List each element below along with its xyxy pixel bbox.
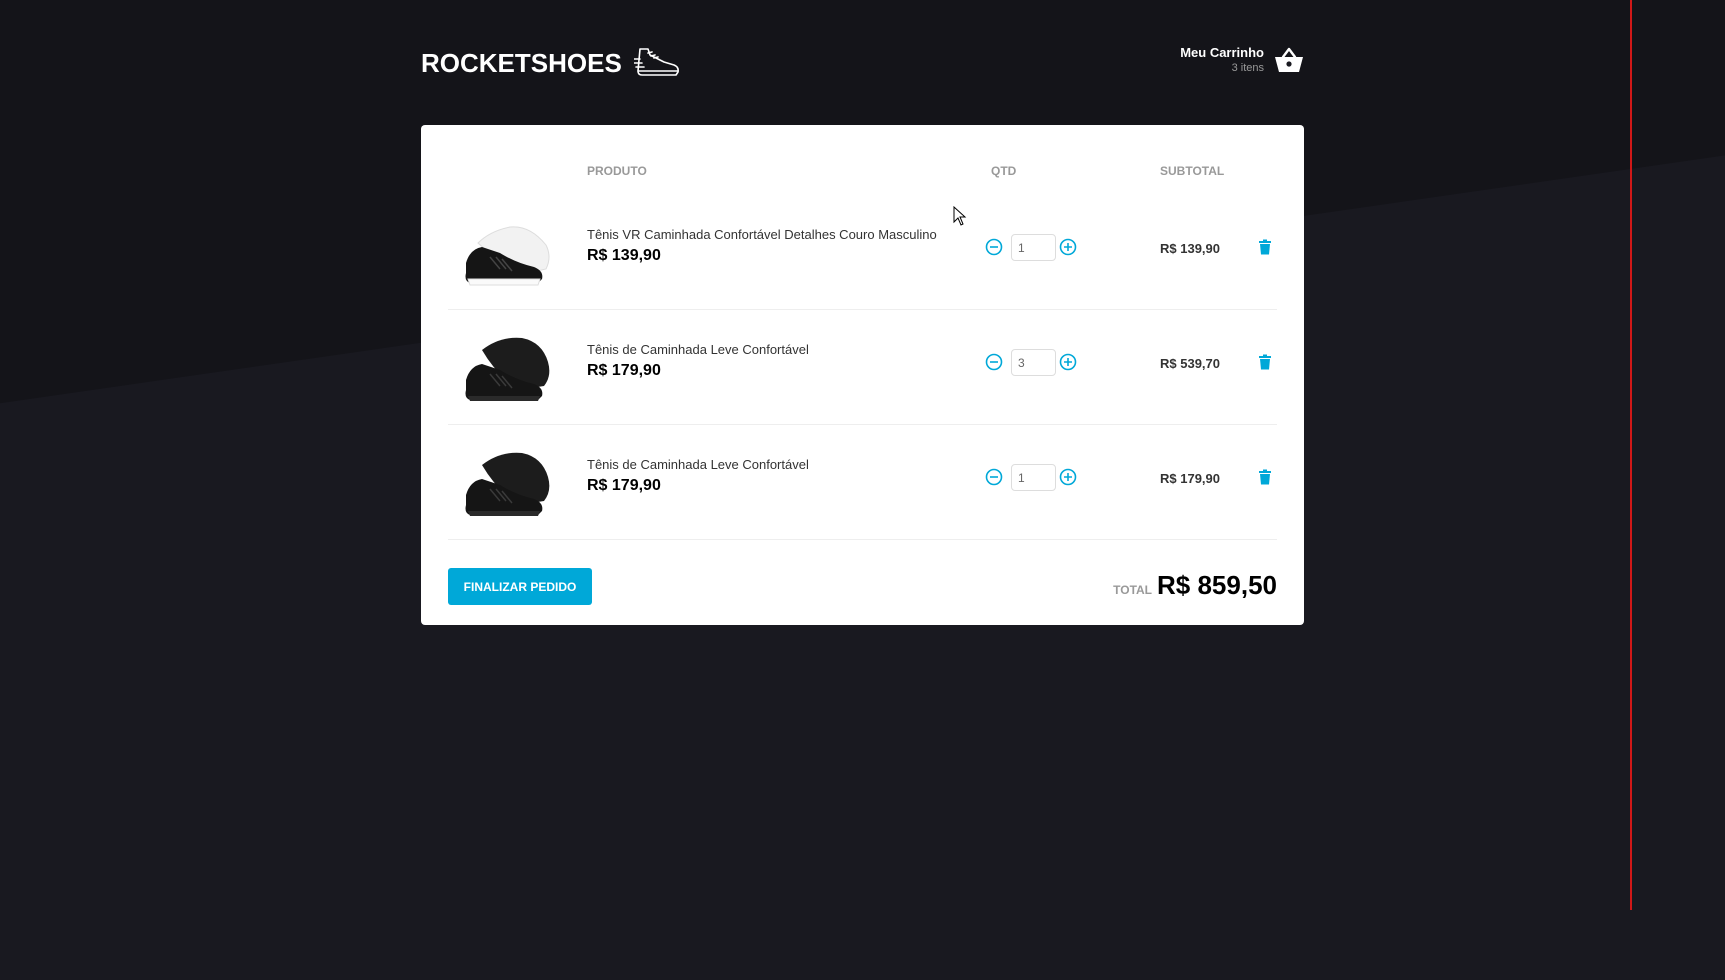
table-row: Tênis de Caminhada Leve Confortável R$ 1… <box>448 425 1277 540</box>
product-image <box>465 452 550 516</box>
product-price: R$ 179,90 <box>587 477 661 494</box>
page-container: ROCKETSHOES Meu Carrinho 3 itens PRODUTO <box>421 0 1304 625</box>
trash-icon[interactable] <box>1255 352 1275 372</box>
total: TOTAL R$ 859,50 <box>1113 570 1277 601</box>
cart-title: Meu Carrinho <box>1180 45 1264 60</box>
sneaker-icon <box>633 48 679 76</box>
trash-icon[interactable] <box>1255 237 1275 257</box>
remove-circle-icon[interactable] <box>985 353 1003 371</box>
basket-icon <box>1275 47 1303 72</box>
product-title: Tênis de Caminhada Leve Confortável <box>587 457 809 472</box>
table-row: Tênis VR Caminhada Confortável Detalhes … <box>448 195 1277 310</box>
header-qty: QTD <box>991 164 1017 178</box>
total-label: TOTAL <box>1113 583 1153 597</box>
red-guide-line <box>1630 0 1632 910</box>
product-subtotal: R$ 179,90 <box>1160 471 1220 486</box>
cart-link[interactable]: Meu Carrinho 3 itens <box>1180 45 1304 74</box>
header-product: PRODUTO <box>587 164 647 178</box>
add-circle-icon[interactable] <box>1059 353 1077 371</box>
trash-icon[interactable] <box>1255 467 1275 487</box>
cart-count: 3 itens <box>1231 62 1264 74</box>
product-subtotal: R$ 539,70 <box>1160 356 1220 371</box>
product-price: R$ 179,90 <box>587 362 661 379</box>
product-title: Tênis VR Caminhada Confortável Detalhes … <box>587 227 937 242</box>
table-header: PRODUTO QTD SUBTOTAL <box>448 125 1277 195</box>
product-title: Tênis de Caminhada Leve Confortável <box>587 342 809 357</box>
cart-panel: PRODUTO QTD SUBTOTAL Tênis VR Caminhada … <box>421 125 1304 625</box>
add-circle-icon[interactable] <box>1059 238 1077 256</box>
mouse-cursor-icon <box>953 206 967 226</box>
product-image <box>465 337 550 401</box>
quantity-input[interactable] <box>1011 464 1056 491</box>
logo-link[interactable]: ROCKETSHOES <box>421 45 680 81</box>
logo-text: ROCKETSHOES <box>421 47 622 78</box>
total-value: R$ 859,50 <box>1157 570 1277 600</box>
quantity-input[interactable] <box>1011 234 1056 261</box>
product-subtotal: R$ 139,90 <box>1160 241 1220 256</box>
cart-text: Meu Carrinho 3 itens <box>1180 45 1264 74</box>
remove-circle-icon[interactable] <box>985 238 1003 256</box>
quantity-input[interactable] <box>1011 349 1056 376</box>
remove-circle-icon[interactable] <box>985 468 1003 486</box>
product-image <box>465 226 550 286</box>
checkout-button[interactable]: FINALIZAR PEDIDO <box>448 568 592 605</box>
header-subtotal: SUBTOTAL <box>1160 164 1225 178</box>
table-row: Tênis de Caminhada Leve Confortável R$ 1… <box>448 310 1277 425</box>
add-circle-icon[interactable] <box>1059 468 1077 486</box>
product-price: R$ 139,90 <box>587 247 661 264</box>
header: ROCKETSHOES Meu Carrinho 3 itens <box>421 0 1304 124</box>
cart-footer: FINALIZAR PEDIDO TOTAL R$ 859,50 <box>448 540 1277 630</box>
